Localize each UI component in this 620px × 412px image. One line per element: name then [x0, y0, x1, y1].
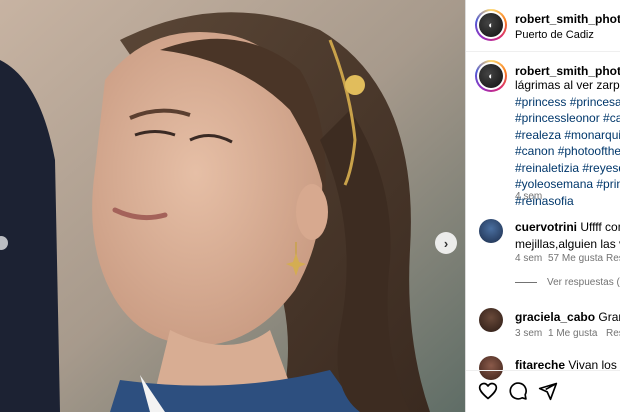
- post-photo: [0, 0, 465, 412]
- comment-age[interactable]: 3 sem: [515, 328, 542, 339]
- comment-text: Uffff como: [580, 220, 620, 234]
- caption-hashtags[interactable]: #realeza #monarquia #: [515, 127, 620, 144]
- next-media-button[interactable]: ›: [435, 232, 457, 254]
- post-header: ◐ robert_smith_photogra Puerto de Cadiz: [466, 0, 620, 52]
- comment-avatar[interactable]: [479, 219, 503, 243]
- comment-text: Gran ,m: [598, 310, 620, 324]
- comment-username[interactable]: cuervotrini: [515, 220, 577, 234]
- divider: [515, 282, 537, 283]
- chevron-right-icon: ›: [443, 235, 449, 251]
- comment-reply-button[interactable]: Res: [606, 328, 620, 339]
- caption-hashtags[interactable]: #reinaletizia #reyesdee: [515, 160, 620, 177]
- comment-text-continued: mejillas,alguien las ve?: [515, 236, 620, 251]
- post-media[interactable]: ›: [0, 0, 465, 412]
- caption-hashtags[interactable]: #princess #princesa #c: [515, 94, 620, 111]
- post-location[interactable]: Puerto de Cadiz: [515, 29, 594, 41]
- heart-icon[interactable]: [478, 381, 498, 401]
- comment-item: graciela_cabo Gran ,m: [515, 309, 620, 326]
- author-avatar[interactable]: ◐: [475, 9, 507, 41]
- comment-likes[interactable]: 57 Me gusta: [548, 253, 603, 264]
- view-replies-label: Ver respuestas (29: [547, 277, 620, 288]
- caption-username[interactable]: robert_smith_photogra: [515, 64, 620, 78]
- caption-line: lágrimas al ver zarpar a: [515, 78, 620, 92]
- author-username[interactable]: robert_smith_photogra: [515, 12, 620, 26]
- comment-reply-button[interactable]: Res: [606, 253, 620, 264]
- caption-body: lágrimas al ver zarpar a #princess #prin…: [515, 77, 620, 209]
- comment-username[interactable]: graciela_cabo: [515, 310, 595, 324]
- comment-item: cuervotrini Uffff como mejillas,alguien …: [515, 219, 620, 252]
- comment-age[interactable]: 4 sem: [515, 253, 542, 264]
- caption-author-avatar[interactable]: ◐: [475, 60, 507, 92]
- view-replies-button[interactable]: Ver respuestas (29: [515, 277, 620, 288]
- post-side-panel: ◐ robert_smith_photogra Puerto de Cadiz …: [465, 0, 620, 412]
- comment-avatar[interactable]: [479, 308, 503, 332]
- caption-hashtags[interactable]: #princessleonor #casar: [515, 110, 620, 127]
- comment-likes[interactable]: 1 Me gusta: [548, 328, 597, 339]
- post-action-bar: [466, 370, 620, 412]
- caption-hashtags[interactable]: #canon #photooftheda: [515, 143, 620, 160]
- paper-plane-icon[interactable]: [538, 381, 558, 401]
- caption-age[interactable]: 4 sem: [515, 191, 542, 202]
- comment-icon[interactable]: [508, 381, 528, 401]
